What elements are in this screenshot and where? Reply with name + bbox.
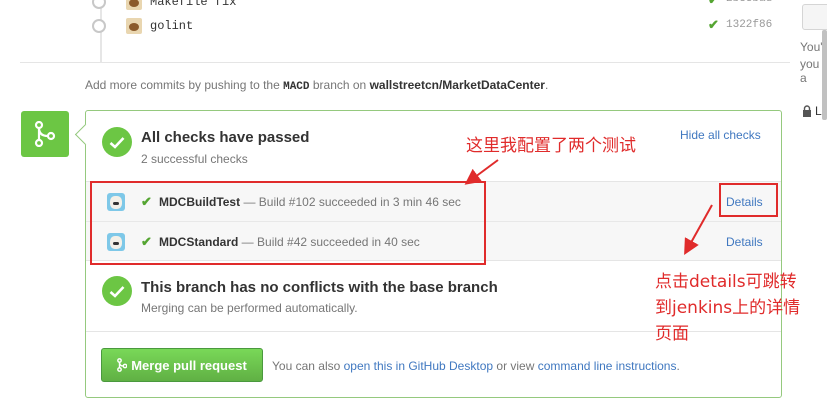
merge-hint: You can also open this in GitHub Desktop…: [272, 359, 680, 373]
avatar[interactable]: [126, 18, 142, 34]
hide-checks-link[interactable]: Hide all checks: [680, 128, 761, 142]
commit-dot-icon: [92, 19, 106, 33]
conflicts-subtitle: Merging can be performed automatically.: [141, 301, 358, 315]
scrollbar[interactable]: [822, 30, 827, 120]
git-merge-icon: [117, 358, 128, 372]
check-circle-icon: [102, 127, 132, 157]
annotation-box-details: [719, 183, 778, 217]
hint-text: You can also: [272, 359, 341, 373]
checks-subtitle: 2 successful checks: [141, 152, 248, 166]
open-desktop-link[interactable]: open this in GitHub Desktop: [344, 359, 493, 373]
commit-row: golint: [92, 16, 193, 36]
sidebar-button[interactable]: [802, 4, 827, 30]
details-link[interactable]: Details: [726, 235, 763, 249]
avatar[interactable]: [126, 0, 142, 10]
commit-dot-icon: [92, 0, 106, 9]
hint-text: Add more commits by pushing to the: [85, 78, 280, 92]
commit-row: Makefile fix: [92, 0, 236, 12]
conflicts-title: This branch has no conflicts with the ba…: [141, 279, 498, 296]
annotation-note: 这里我配置了两个测试: [466, 136, 636, 156]
check-circle-icon: [102, 276, 132, 306]
annotation-note: 页面: [655, 324, 689, 344]
commit-sha[interactable]: 1322f86: [726, 19, 772, 31]
annotation-box-checks: [90, 181, 486, 265]
sidebar-text: You': [800, 40, 823, 54]
branch-name: MACD: [283, 81, 310, 93]
commit-message[interactable]: Makefile fix: [150, 0, 236, 9]
cli-instructions-link[interactable]: command line instructions: [538, 359, 677, 373]
hint-text: or view: [496, 359, 535, 373]
commit-message[interactable]: golint: [150, 19, 193, 33]
hint-text: .: [544, 78, 549, 92]
hint-text: .: [676, 359, 680, 373]
git-merge-icon: [21, 111, 69, 157]
check-icon[interactable]: ✔: [708, 0, 719, 8]
commit-sha[interactable]: 2b33bad: [726, 0, 772, 5]
lock-icon: [803, 105, 811, 117]
add-commits-hint: Add more commits by pushing to the MACD …: [85, 78, 548, 93]
annotation-note: 到jenkins上的详情: [655, 298, 801, 318]
check-icon[interactable]: ✔: [708, 17, 719, 33]
divider: [20, 62, 790, 63]
merge-button-label: Merge pull request: [131, 357, 247, 373]
repo-name[interactable]: wallstreetcn/MarketDataCenter: [370, 78, 545, 92]
checks-title: All checks have passed: [141, 129, 310, 146]
hint-text: branch on: [312, 78, 367, 92]
annotation-note: 点击details可跳转: [655, 272, 797, 292]
merge-pull-request-button[interactable]: Merge pull request: [101, 348, 263, 382]
